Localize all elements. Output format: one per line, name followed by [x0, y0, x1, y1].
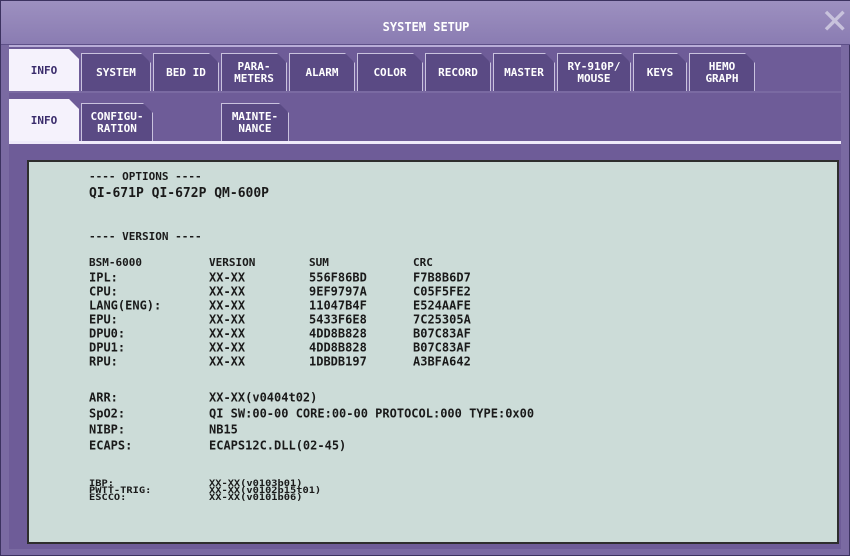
version-cell: 556F86BD	[309, 270, 367, 285]
version-cell: XX-XX	[209, 354, 246, 369]
tab-label: PARA- METERS	[234, 59, 274, 85]
subtab-label: MAINTE- NANCE	[231, 109, 279, 135]
module-value: NB15	[209, 422, 238, 437]
version-cell: XX-XX	[209, 284, 246, 299]
module-label: SpO2:	[89, 406, 126, 421]
version-cell: 7C25305A	[413, 312, 471, 327]
version-cell: CPU:	[89, 284, 118, 299]
version-column-header: SUM	[309, 256, 329, 269]
version-cell: XX-XX	[209, 326, 246, 341]
version-cell: A3BFA642	[413, 354, 471, 369]
misc-value: XX-XX(v0101b06)	[209, 493, 303, 503]
tab-label: BED ID	[166, 65, 206, 79]
subtab-label: INFO	[30, 113, 58, 127]
tab-para-meters[interactable]: PARA- METERS	[221, 53, 287, 91]
options-header: ---- OPTIONS ----	[89, 170, 202, 183]
version-header: ---- VERSION ----	[89, 230, 202, 243]
title-bar: SYSTEM SETUP ✕	[1, 1, 850, 45]
content-frame: ---- OPTIONS ---- QI-671P QI-672P QM-600…	[9, 141, 841, 549]
system-setup-window: SYSTEM SETUP ✕ INFO SYSTEM BED ID PARA- MET…	[0, 0, 850, 556]
version-cell: EPU:	[89, 312, 118, 327]
version-column-header: BSM-6000	[89, 256, 142, 269]
tab-keys[interactable]: KEYS	[633, 53, 687, 91]
version-cell: DPU1:	[89, 340, 126, 355]
version-cell: 11047B4F	[309, 298, 367, 313]
subtab-mainte-nance[interactable]: MAINTE- NANCE	[221, 103, 289, 141]
version-cell: XX-XX	[209, 298, 246, 313]
version-cell: IPL:	[89, 270, 118, 285]
tab-record[interactable]: RECORD	[425, 53, 491, 91]
version-cell: 9EF9797A	[309, 284, 367, 299]
module-label: ARR:	[89, 390, 118, 405]
version-cell: F7B8B6D7	[413, 270, 471, 285]
version-cell: 1DBDB197	[309, 354, 367, 369]
sub-tab-bar: INFO CONFIGU- RATION MAINTE- NANCE	[9, 93, 841, 141]
tab-master[interactable]: MASTER	[493, 53, 555, 91]
module-label: NIBP:	[89, 422, 126, 437]
tab-label: RY-910P/ MOUSE	[567, 59, 621, 85]
tab-label: COLOR	[373, 65, 407, 79]
version-cell: RPU:	[89, 354, 118, 369]
version-cell: B07C83AF	[413, 326, 471, 341]
module-value: XX-XX(v0404t02)	[209, 390, 318, 405]
tab-alarm[interactable]: ALARM	[289, 53, 355, 91]
version-column-header: VERSION	[209, 256, 256, 269]
info-panel: ---- OPTIONS ---- QI-671P QI-672P QM-600…	[27, 160, 839, 544]
tab-hemo-graph[interactable]: HEMO GRAPH	[689, 53, 755, 91]
version-cell: E524AAFE	[413, 298, 471, 313]
tab-label: MASTER	[504, 65, 544, 79]
subtab-label: CONFIGU- RATION	[90, 109, 144, 135]
version-cell: 4DD8B828	[309, 326, 367, 341]
version-cell: XX-XX	[209, 312, 246, 327]
module-label: ECAPS:	[89, 438, 133, 453]
version-cell: C05F5FE2	[413, 284, 471, 299]
version-cell: 5433F6E8	[309, 312, 367, 327]
tab-system[interactable]: SYSTEM	[81, 53, 151, 91]
version-column-header: CRC	[413, 256, 433, 269]
module-value: ECAPS12C.DLL(02-45)	[209, 438, 347, 453]
version-cell: 4DD8B828	[309, 340, 367, 355]
tab-label: HEMO GRAPH	[705, 59, 739, 85]
version-cell: B07C83AF	[413, 340, 471, 355]
window-title: SYSTEM SETUP	[382, 20, 470, 34]
tab-color[interactable]: COLOR	[357, 53, 423, 91]
close-icon[interactable]: ✕	[821, 5, 850, 39]
subtab-configu-ration[interactable]: CONFIGU- RATION	[81, 103, 153, 141]
subtab-info[interactable]: INFO	[9, 99, 79, 141]
main-tab-bar: INFO SYSTEM BED ID PARA- METERS ALARM COLOR RE…	[9, 45, 841, 91]
tab-label: SYSTEM	[96, 65, 136, 79]
tab-label: KEYS	[646, 65, 674, 79]
tab-label: ALARM	[305, 65, 339, 79]
tab-bed-id[interactable]: BED ID	[153, 53, 219, 91]
version-cell: LANG(ENG):	[89, 298, 162, 313]
misc-label: ESCCO:	[89, 493, 127, 503]
tab-ry-910p-mouse[interactable]: RY-910P/ MOUSE	[557, 53, 631, 91]
version-cell: XX-XX	[209, 340, 246, 355]
version-cell: XX-XX	[209, 270, 246, 285]
options-list: QI-671P QI-672P QM-600P	[89, 186, 270, 201]
tab-label: INFO	[30, 63, 58, 77]
module-value: QI SW:00-00 CORE:00-00 PROTOCOL:000 TYPE…	[209, 406, 535, 421]
version-cell: DPU0:	[89, 326, 126, 341]
tab-info[interactable]: INFO	[9, 49, 79, 91]
tab-label: RECORD	[438, 65, 478, 79]
